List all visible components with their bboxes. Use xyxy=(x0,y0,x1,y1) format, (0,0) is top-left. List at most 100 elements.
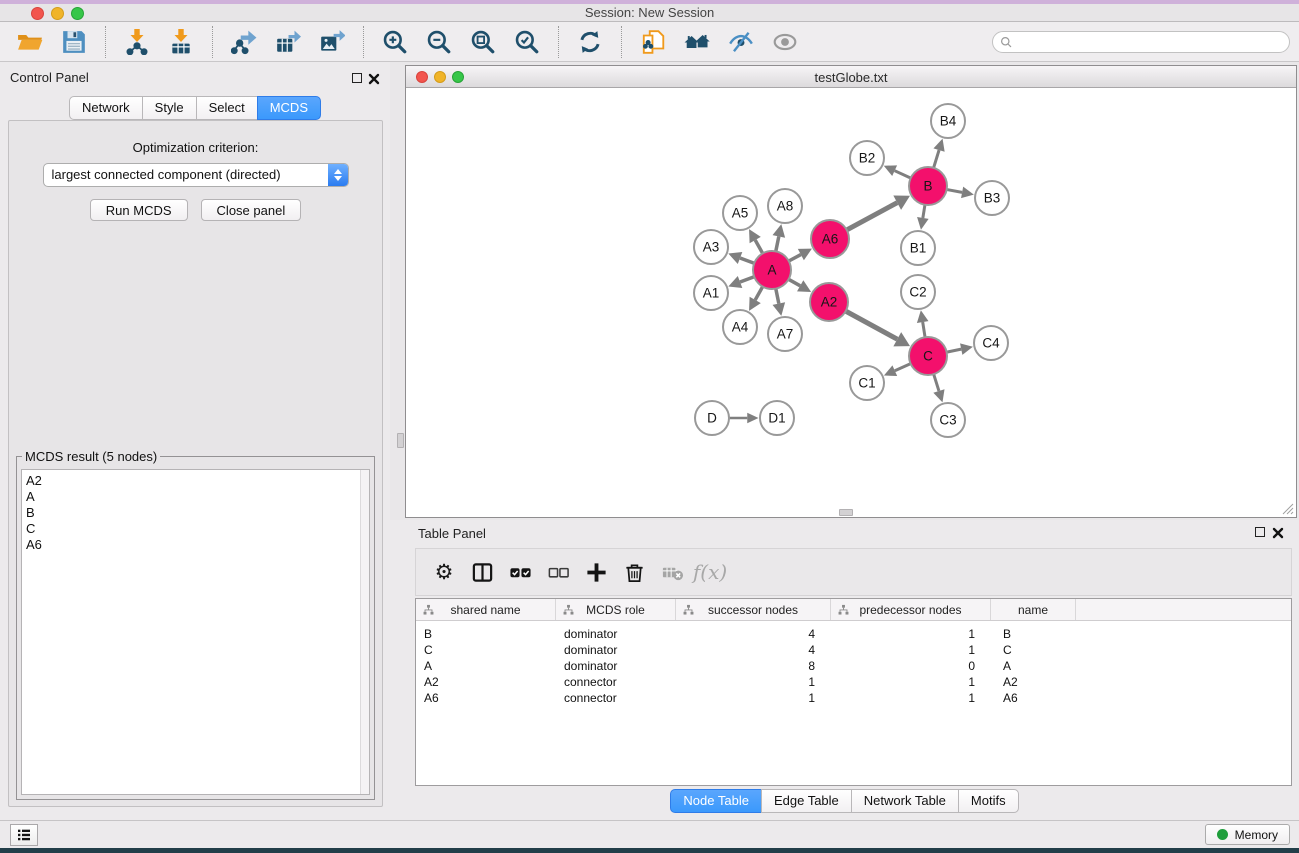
node-B3[interactable]: B3 xyxy=(975,181,1009,215)
tab-edge-table[interactable]: Edge Table xyxy=(761,789,852,813)
zoom-in-icon[interactable] xyxy=(380,27,410,57)
tab-style[interactable]: Style xyxy=(142,96,197,120)
column-layout-icon[interactable] xyxy=(465,555,499,589)
node-B1[interactable]: B1 xyxy=(901,231,935,265)
export-image-icon[interactable] xyxy=(317,27,347,57)
node-C[interactable]: C xyxy=(909,337,947,375)
node-A6[interactable]: A6 xyxy=(811,220,849,258)
mcds-result-item[interactable]: C xyxy=(26,521,369,537)
hide-panel-eye-icon[interactable] xyxy=(726,27,756,57)
edge-C-C4[interactable] xyxy=(946,343,973,354)
network-window-titlebar[interactable]: testGlobe.txt xyxy=(406,66,1296,88)
import-network-icon[interactable] xyxy=(122,27,152,57)
node-C3[interactable]: C3 xyxy=(931,403,965,437)
tab-mcds[interactable]: MCDS xyxy=(257,96,321,120)
table-float-panel-icon[interactable] xyxy=(1255,527,1265,537)
mcds-result-item[interactable]: A xyxy=(26,489,369,505)
network-canvas[interactable]: B4 B2 B B3 A8 A5 A6 A3 B1 A A1 C2 A2 A4 A7 C4 C C1 C3 D D1 xyxy=(406,89,1296,517)
export-network-icon[interactable] xyxy=(229,27,259,57)
task-history-button[interactable] xyxy=(10,824,38,846)
zoom-fit-icon[interactable] xyxy=(468,27,498,57)
edge-C-C3[interactable] xyxy=(933,373,944,402)
search-input[interactable] xyxy=(1013,35,1289,49)
column-header-name[interactable]: name xyxy=(991,599,1076,620)
node-A[interactable]: A xyxy=(753,251,791,289)
edge-A-A5[interactable] xyxy=(749,229,763,254)
column-header-shared-name[interactable]: shared name xyxy=(416,599,556,620)
node-B4[interactable]: B4 xyxy=(931,104,965,138)
tab-node-table[interactable]: Node Table xyxy=(670,789,762,813)
memory-button[interactable]: Memory xyxy=(1205,824,1290,845)
table-row[interactable]: A2connector11A2 xyxy=(416,674,1291,690)
result-list-scrollbar[interactable] xyxy=(360,470,369,794)
edge-A-A3[interactable] xyxy=(728,252,755,264)
table-close-panel-icon[interactable] xyxy=(1272,527,1284,539)
table-row[interactable]: A6connector11A6 xyxy=(416,690,1291,706)
node-B[interactable]: B xyxy=(909,167,947,205)
canvas-vertical-scrollbar[interactable] xyxy=(397,433,404,448)
add-column-icon[interactable] xyxy=(579,555,613,589)
edge-A6-B[interactable] xyxy=(846,195,910,230)
zoom-out-icon[interactable] xyxy=(424,27,454,57)
mcds-result-item[interactable]: A2 xyxy=(26,473,369,489)
node-A2[interactable]: A2 xyxy=(810,283,848,321)
show-panel-eye-icon[interactable] xyxy=(770,27,800,57)
edge-A-A6[interactable] xyxy=(788,249,812,262)
table-row[interactable]: Bdominator41B xyxy=(416,626,1291,642)
float-panel-icon[interactable] xyxy=(352,73,362,83)
edge-B-B4[interactable] xyxy=(933,139,944,169)
edge-C-C1[interactable] xyxy=(884,363,912,376)
export-table-icon[interactable] xyxy=(273,27,303,57)
tab-motifs[interactable]: Motifs xyxy=(958,789,1019,813)
edge-A2-C[interactable] xyxy=(845,311,910,347)
edge-A-A2[interactable] xyxy=(788,279,811,292)
edge-A-A7[interactable] xyxy=(773,288,786,316)
delete-column-icon[interactable] xyxy=(617,555,651,589)
deselect-all-checkboxes-icon[interactable] xyxy=(541,555,575,589)
node-A3[interactable]: A3 xyxy=(694,230,728,264)
criterion-dropdown[interactable]: largest connected component (directed) xyxy=(43,163,349,187)
tab-network[interactable]: Network xyxy=(69,96,143,120)
edge-A-A4[interactable] xyxy=(749,286,763,311)
duplicate-network-icon[interactable] xyxy=(638,27,668,57)
search-field[interactable] xyxy=(992,31,1290,53)
refresh-layout-icon[interactable] xyxy=(575,27,605,57)
node-A4[interactable]: A4 xyxy=(723,310,757,344)
mcds-result-item[interactable]: B xyxy=(26,505,369,521)
import-table-icon[interactable] xyxy=(166,27,196,57)
edge-C-C2[interactable] xyxy=(917,310,929,338)
edge-B-B3[interactable] xyxy=(946,187,974,198)
home-icon[interactable] xyxy=(682,27,712,57)
node-A1[interactable]: A1 xyxy=(694,276,728,310)
window-resize-grip[interactable] xyxy=(1281,502,1294,515)
node-D1[interactable]: D1 xyxy=(760,401,794,435)
mcds-result-item[interactable]: A6 xyxy=(26,537,369,553)
table-row[interactable]: Cdominator41C xyxy=(416,642,1291,658)
edge-B-B2[interactable] xyxy=(884,165,912,178)
node-A8[interactable]: A8 xyxy=(768,189,802,223)
save-session-icon[interactable] xyxy=(59,27,89,57)
zoom-selected-icon[interactable] xyxy=(512,27,542,57)
column-header-mcds-role[interactable]: MCDS role xyxy=(556,599,676,620)
column-header-successor-nodes[interactable]: successor nodes xyxy=(676,599,831,620)
node-C2[interactable]: C2 xyxy=(901,275,935,309)
open-session-icon[interactable] xyxy=(15,27,45,57)
column-header-predecessor-nodes[interactable]: predecessor nodes xyxy=(831,599,991,620)
run-mcds-button[interactable]: Run MCDS xyxy=(90,199,188,221)
edge-D-D1[interactable] xyxy=(728,413,759,424)
select-all-checkboxes-icon[interactable] xyxy=(503,555,537,589)
canvas-horizontal-scrollbar[interactable] xyxy=(839,509,853,516)
node-D[interactable]: D xyxy=(695,401,729,435)
node-A7[interactable]: A7 xyxy=(768,317,802,351)
node-B2[interactable]: B2 xyxy=(850,141,884,175)
close-panel-button[interactable]: Close panel xyxy=(201,199,302,221)
tab-network-table[interactable]: Network Table xyxy=(851,789,959,813)
settings-gear-icon[interactable]: ⚙ xyxy=(427,555,461,589)
close-panel-icon[interactable] xyxy=(368,73,380,85)
node-C1[interactable]: C1 xyxy=(850,366,884,400)
edge-B-B1[interactable] xyxy=(917,204,929,230)
edge-A-A1[interactable] xyxy=(728,276,755,288)
node-C4[interactable]: C4 xyxy=(974,326,1008,360)
tab-select[interactable]: Select xyxy=(196,96,258,120)
node-A5[interactable]: A5 xyxy=(723,196,757,230)
